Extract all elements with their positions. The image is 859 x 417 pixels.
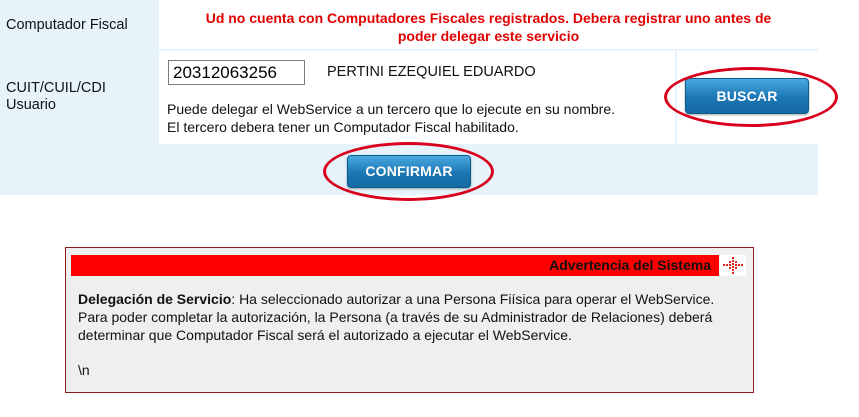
computador-fiscal-label-cell: Computador Fiscal	[0, 0, 157, 49]
dotted-cross-icon	[720, 255, 746, 276]
error-line-1: Ud no cuenta con Computadores Fiscales r…	[205, 10, 772, 26]
computador-fiscal-message-cell: Ud no cuenta con Computadores Fiscales r…	[159, 0, 818, 49]
user-name: PERTINI EZEQUIEL EDUARDO	[327, 64, 536, 80]
warning-trailing-text: \n	[78, 362, 90, 378]
warning-title: Advertencia del Sistema	[549, 257, 711, 273]
usuario-label: CUIT/CUIL/CDI Usuario	[6, 80, 106, 114]
confirmar-cell: CONFIRMAR	[0, 146, 818, 195]
dotted-cross-icon-svg	[723, 257, 743, 274]
computador-fiscal-label: Computador Fiscal	[6, 17, 128, 33]
error-line-2: poder delegar este servicio	[397, 28, 580, 44]
warning-message: Delegación de Servicio: Ha seleccionado …	[78, 290, 738, 344]
cuit-input[interactable]	[168, 60, 305, 85]
warning-message-bold: Delegación de Servicio	[78, 291, 232, 307]
usuario-label-line-1: CUIT/CUIL/CDI	[6, 80, 106, 96]
buscar-cell: BUSCAR	[677, 51, 818, 144]
delegation-form: Computador Fiscal Ud no cuenta con Compu…	[0, 0, 818, 195]
delegation-help-text: Puede delegar el WebService a un tercero…	[167, 100, 615, 136]
buscar-button[interactable]: BUSCAR	[685, 78, 809, 114]
confirmar-button[interactable]: CONFIRMAR	[347, 155, 471, 188]
help-line-2: El tercero debera tener un Computador Fi…	[167, 119, 519, 135]
no-computador-error: Ud no cuenta con Computadores Fiscales r…	[159, 9, 818, 45]
help-line-1: Puede delegar el WebService a un tercero…	[167, 101, 616, 117]
usuario-input-cell: PERTINI EZEQUIEL EDUARDO Puede delegar e…	[159, 51, 675, 144]
usuario-label-line-2: Usuario	[6, 97, 56, 113]
system-warning-panel: Advertencia del Sistema Delegación de Se…	[65, 247, 754, 393]
warning-header-bar: Advertencia del Sistema	[71, 255, 719, 276]
usuario-label-cell: CUIT/CUIL/CDI Usuario	[0, 51, 157, 144]
